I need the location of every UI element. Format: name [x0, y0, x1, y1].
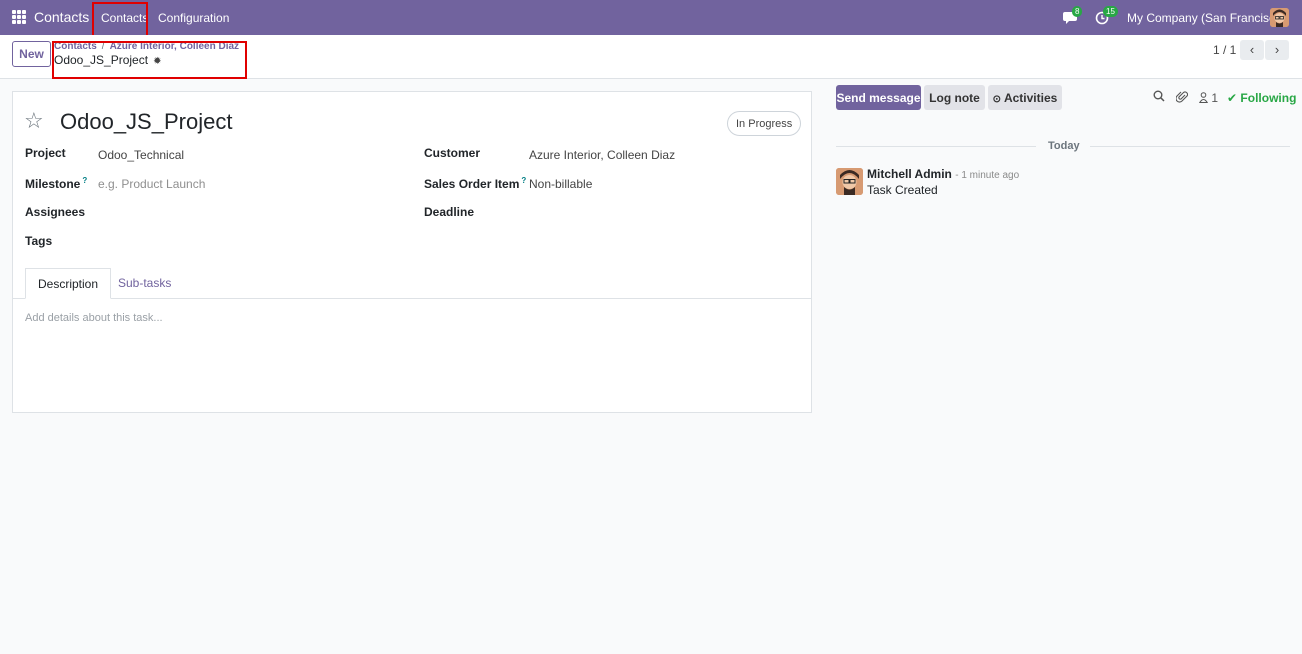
message-author-name[interactable]: Mitchell Admin [867, 167, 952, 181]
check-icon: ✔ [1227, 91, 1238, 105]
message-author: Mitchell Admin - 1 minute ago [867, 167, 1019, 181]
company-switcher[interactable]: My Company (San Francisco) [1127, 11, 1286, 25]
menu-contacts[interactable]: Contacts [101, 11, 148, 25]
milestone-help[interactable]: ? [82, 176, 87, 185]
milestone-label-text: Milestone [25, 177, 81, 191]
activities-badge: 15 [1103, 6, 1118, 17]
pager-next-button[interactable]: › [1265, 40, 1289, 60]
messages-badge: 8 [1072, 6, 1083, 17]
deadline-field[interactable] [529, 202, 799, 222]
deadline-label: Deadline [424, 205, 475, 219]
project-label: Project [25, 146, 66, 160]
task-title[interactable]: Odoo_JS_Project [60, 109, 232, 135]
sales-order-item-label-text: Sales Order Item [424, 177, 520, 191]
activities-button-label: Activities [1003, 90, 1058, 105]
followers-count: 1 [1211, 91, 1219, 105]
sales-order-item-help[interactable]: ? [521, 176, 526, 185]
date-divider-left [836, 146, 1036, 147]
stage-button[interactable]: In Progress [727, 111, 802, 136]
sales-order-item-label: Sales Order Item? [424, 176, 526, 191]
message-author-avatar[interactable] [836, 168, 863, 195]
customer-label: Customer [424, 146, 481, 160]
search-icon[interactable] [1153, 90, 1165, 105]
breadcrumb-separator: / [101, 41, 105, 52]
control-panel: New Contacts / Azure Interior, Colleen Dia… [0, 35, 1302, 79]
activities-button[interactable]: ⊙ Activities [988, 85, 1062, 110]
star-icon[interactable]: ☆ [24, 108, 44, 134]
menu-configuration[interactable]: Configuration [158, 11, 229, 25]
breadcrumb-contacts[interactable]: Contacts [54, 41, 97, 52]
messages-icon[interactable]: 8 [1063, 6, 1083, 26]
log-note-button[interactable]: Log note [924, 85, 985, 110]
message-body: Task Created [867, 183, 938, 197]
following-button[interactable]: ✔ Following [1227, 91, 1296, 105]
apps-menu-icon[interactable] [12, 10, 26, 24]
tags-field[interactable] [98, 231, 398, 251]
message-time: - 1 minute ago [955, 170, 1020, 181]
customer-field[interactable]: Azure Interior, Colleen Diaz [529, 148, 675, 162]
chevron-left-icon: ‹ [1249, 42, 1255, 57]
form-sheet: ☆ Odoo_JS_Project In Progress Project Od… [12, 91, 812, 413]
pager-previous-button[interactable]: ‹ [1240, 40, 1264, 60]
tab-description[interactable]: Description [25, 268, 112, 299]
new-button[interactable]: New [12, 41, 51, 67]
activities-icon[interactable]: 15 [1095, 6, 1118, 26]
followers-button[interactable]: 1 [1198, 91, 1219, 105]
breadcrumb-current: Odoo_JS_Project ✹ [54, 53, 161, 67]
assignees-label: Assignees [25, 205, 86, 219]
breadcrumb-partner[interactable]: Azure Interior, Colleen Diaz [110, 41, 239, 52]
paperclip-icon[interactable] [1175, 90, 1189, 106]
notebook-tabs: Description Sub-tasks [13, 268, 811, 299]
breadcrumb: Contacts / Azure Interior, Colleen Diaz [54, 41, 239, 52]
following-label: Following [1240, 91, 1297, 105]
project-field[interactable]: Odoo_Technical [98, 148, 184, 162]
user-icon [1198, 92, 1209, 103]
user-avatar[interactable] [1270, 8, 1289, 27]
assignees-field[interactable] [98, 202, 398, 222]
clock-icon: ⊙ [992, 93, 1002, 105]
sales-order-item-field[interactable]: Non-billable [529, 177, 592, 191]
app-name[interactable]: Contacts [34, 9, 89, 25]
tags-label: Tags [25, 234, 53, 248]
send-message-button[interactable]: Send message [836, 85, 921, 110]
tab-sub-tasks[interactable]: Sub-tasks [106, 268, 183, 299]
description-editor[interactable]: Add details about this task... [25, 312, 163, 324]
gear-icon[interactable]: ✹ [153, 56, 161, 67]
record-name: Odoo_JS_Project [54, 53, 149, 67]
chevron-right-icon: › [1274, 42, 1280, 57]
date-divider-right [1090, 146, 1290, 147]
top-navbar: Contacts Contacts Configuration 8 15 My … [0, 0, 1302, 35]
milestone-label: Milestone? [25, 176, 87, 191]
date-separator: Today [1048, 140, 1080, 152]
milestone-field[interactable]: e.g. Product Launch [98, 177, 205, 191]
pager-value[interactable]: 1 / 1 [1213, 43, 1236, 57]
